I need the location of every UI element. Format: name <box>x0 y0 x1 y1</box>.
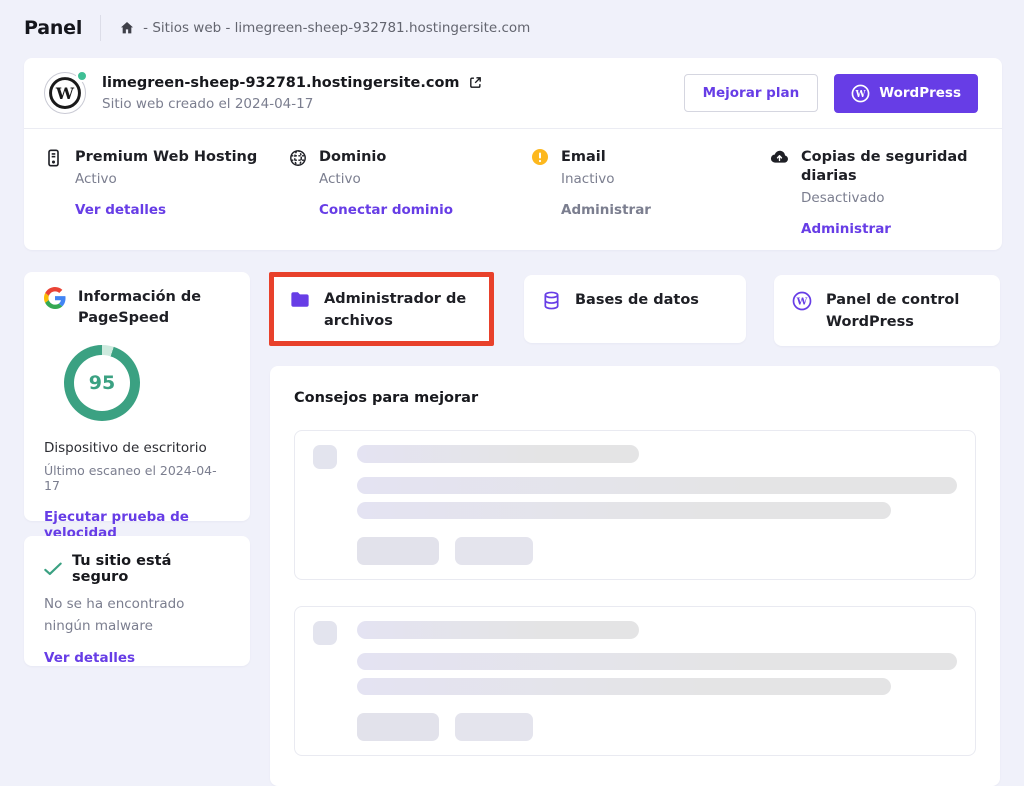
status-title: Email <box>561 148 651 167</box>
status-value: Activo <box>75 171 257 187</box>
upgrade-plan-button[interactable]: Mejorar plan <box>684 74 819 112</box>
status-item-domain: Dominio Activo Conectar dominio <box>288 148 530 237</box>
site-overview-card: W limegreen-sheep-932781.hostingersite.c… <box>24 58 1002 250</box>
database-icon <box>542 290 561 310</box>
svg-text:W: W <box>55 84 75 103</box>
site-online-dot <box>76 70 88 82</box>
file-manager-card[interactable]: Administrador de archivos <box>274 277 489 345</box>
status-value: Desactivado <box>801 190 978 206</box>
status-row: Premium Web Hosting Activo Ver detalles … <box>24 129 1002 237</box>
pagespeed-gauge: 95 <box>64 345 140 421</box>
skeleton-text-line <box>357 678 891 695</box>
external-link-icon[interactable] <box>468 75 483 90</box>
site-header: W limegreen-sheep-932781.hostingersite.c… <box>24 58 1002 129</box>
pagespeed-title: Información de PageSpeed <box>78 287 223 329</box>
security-title: Tu sitio está seguro <box>72 553 230 585</box>
wordpress-button-label: WordPress <box>879 85 961 101</box>
folder-icon <box>290 289 310 308</box>
wordpress-button-icon: W <box>851 84 870 103</box>
skeleton-text-line <box>357 502 891 519</box>
svg-text:W: W <box>796 297 808 308</box>
status-title: Dominio <box>319 148 453 167</box>
status-title: Copias de seguridad diarias <box>801 148 978 186</box>
connect-domain-link[interactable]: Conectar dominio <box>319 202 453 218</box>
wordpress-panel-label: Panel de control WordPress <box>826 290 976 334</box>
pagespeed-card: Información de PageSpeed 95 Dispositivo … <box>24 272 250 521</box>
skeleton-button-placeholder <box>455 713 533 741</box>
checkmark-icon <box>44 562 62 576</box>
globe-icon <box>288 148 307 167</box>
status-value: Activo <box>319 171 453 187</box>
databases-label: Bases de datos <box>575 290 699 312</box>
databases-card[interactable]: Bases de datos <box>524 275 746 343</box>
skeleton-text-line <box>357 653 957 670</box>
annotation-highlight-box: Administrador de archivos <box>269 272 494 346</box>
tips-panel: Consejos para mejorar <box>270 366 1000 786</box>
skeleton-button-placeholder <box>357 537 439 565</box>
home-icon[interactable] <box>119 20 135 36</box>
server-icon <box>44 148 63 167</box>
page-title: Panel <box>24 17 82 39</box>
security-description: No se ha encontrado ningún malware <box>44 594 230 637</box>
security-details-link[interactable]: Ver detalles <box>44 650 135 666</box>
status-value: Inactivo <box>561 171 651 187</box>
wordpress-button[interactable]: W WordPress <box>834 74 978 113</box>
backups-manage-link[interactable]: Administrar <box>801 221 891 237</box>
tip-skeleton-card <box>294 606 976 756</box>
skeleton-button-placeholder <box>455 537 533 565</box>
status-item-hosting: Premium Web Hosting Activo Ver detalles <box>44 148 288 237</box>
security-card: Tu sitio está seguro No se ha encontrado… <box>24 536 250 666</box>
site-avatar: W <box>44 72 86 114</box>
svg-text:W: W <box>855 89 867 99</box>
google-icon <box>44 287 66 309</box>
warning-icon <box>530 148 549 165</box>
pagespeed-score: 95 <box>89 372 115 394</box>
tips-title: Consejos para mejorar <box>294 390 976 406</box>
skeleton-title-bar <box>357 445 639 463</box>
skeleton-button-placeholder <box>357 713 439 741</box>
wordpress-icon: W <box>792 290 812 311</box>
email-manage-link[interactable]: Administrar <box>561 202 651 218</box>
status-title: Premium Web Hosting <box>75 148 257 167</box>
status-item-backups: Copias de seguridad diarias Desactivado … <box>770 148 978 237</box>
top-bar: Panel - Sitios web - limegreen-sheep-932… <box>0 0 1024 56</box>
topbar-divider <box>100 15 101 41</box>
tip-skeleton-card <box>294 430 976 580</box>
site-created-date: Sitio web creado el 2024-04-17 <box>102 96 483 112</box>
hosting-details-link[interactable]: Ver detalles <box>75 202 166 218</box>
breadcrumb[interactable]: - Sitios web - limegreen-sheep-932781.ho… <box>143 20 530 36</box>
skeleton-icon-placeholder <box>313 445 337 469</box>
pagespeed-device: Dispositivo de escritorio <box>44 440 230 456</box>
file-manager-label: Administrador de archivos <box>324 289 473 333</box>
skeleton-icon-placeholder <box>313 621 337 645</box>
skeleton-text-line <box>357 477 957 494</box>
site-domain: limegreen-sheep-932781.hostingersite.com <box>102 75 460 91</box>
status-item-email: Email Inactivo Administrar <box>530 148 770 237</box>
skeleton-title-bar <box>357 621 639 639</box>
cloud-backup-icon <box>770 148 789 165</box>
wordpress-panel-card[interactable]: W Panel de control WordPress <box>774 275 1000 346</box>
pagespeed-last-scan: Último escaneo el 2024-04-17 <box>44 463 230 493</box>
